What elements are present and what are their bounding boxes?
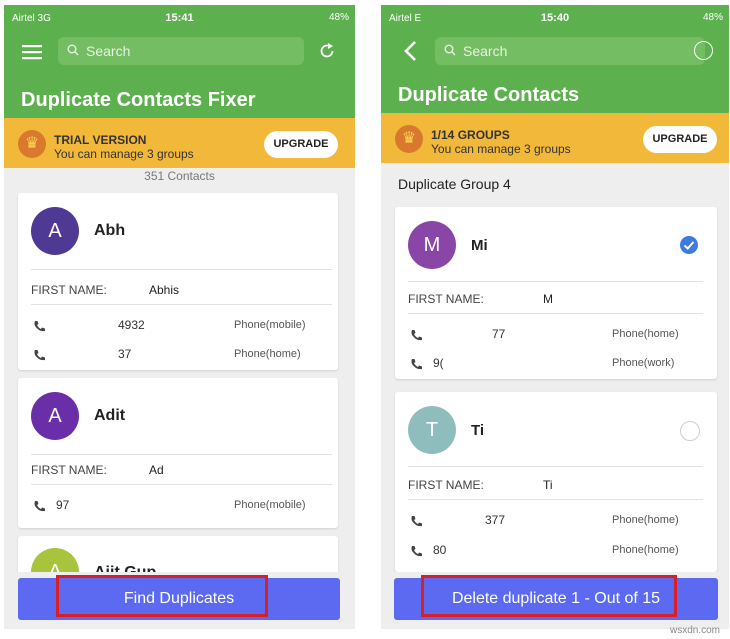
phone-number: 77 [492,327,506,341]
phone-icon [411,330,422,341]
first-name-label: FIRST NAME: [31,283,107,297]
upgrade-button[interactable]: UPGRADE [643,126,717,153]
clock: 15:41 [165,12,194,24]
phone-number: 97 [56,498,70,512]
phone-type: Phone(mobile) [234,319,306,331]
groups-banner: ♛ 1/14 GROUPS You can manage 3 groups UP… [381,113,729,163]
phone-icon [34,321,45,332]
app-header: Search Duplicate Contacts Fixer [4,31,355,118]
divider [408,281,703,282]
search-icon [444,44,456,56]
crown-icon: ♛ [18,130,46,158]
phone-icon [411,359,422,370]
divider [408,499,703,500]
first-name-label: FIRST NAME: [408,292,484,306]
avatar: M [408,221,456,269]
phone-type: Phone(mobile) [234,499,306,511]
search-input[interactable]: Search [435,37,705,65]
phone-type: Phone(home) [234,348,301,360]
phone-number: 37 [118,347,132,361]
battery-level: 48% [702,12,723,23]
phone-icon [411,516,422,527]
app-header: Search Duplicate Contacts [381,31,729,118]
group-label: Duplicate Group 4 [398,176,511,192]
back-arrow-icon[interactable] [403,40,417,62]
selected-check-icon[interactable] [679,235,699,255]
contact-card[interactable]: M Mi FIRST NAME: M 77 Phone(home) 9( Pho… [395,207,717,379]
avatar: T [408,406,456,454]
search-input[interactable]: Search [58,37,304,65]
phone-icon [34,350,45,361]
divider [31,269,332,270]
phone-type: Phone(home) [612,514,679,526]
contact-card[interactable]: A Abh FIRST NAME: Abhis 4932 Phone(mobil… [18,193,338,370]
first-name-label: FIRST NAME: [31,463,107,477]
status-bar: Airtel E 15:40 48% [381,5,729,31]
first-name-value: M [543,292,553,306]
contacts-count: 351 Contacts [144,169,215,183]
banner-heading: 1/14 GROUPS [431,128,510,142]
divider [31,454,332,455]
contact-card[interactable]: T Ti FIRST NAME: Ti 377 Phone(home) 80 P… [395,392,717,572]
refresh-icon[interactable] [318,42,336,60]
first-name-value: Ti [543,478,553,492]
right-screen: Airtel E 15:40 48% Search Duplicate Cont… [381,5,729,629]
divider [408,313,703,314]
phone-number: 80 [433,543,447,557]
hamburger-menu-icon[interactable] [22,44,42,60]
search-placeholder: Search [463,43,508,59]
first-name-value: Abhis [149,283,180,297]
highlight-box [56,575,268,617]
status-bar: Airtel 3G 15:41 48% [4,5,355,31]
clock: 15:40 [540,12,570,24]
unselected-circle-icon[interactable] [680,421,700,441]
contact-name: Mi [471,237,488,254]
page-title: Duplicate Contacts Fixer [21,89,256,111]
phone-icon [34,501,45,512]
phone-type: Phone(home) [612,544,679,556]
contact-card[interactable]: A Adit FIRST NAME: Ad 97 Phone(mobile) [18,378,338,528]
search-placeholder: Search [86,43,131,59]
contact-name: Adit [94,407,126,424]
banner-subtext: You can manage 3 groups [54,147,194,161]
avatar: A [31,392,79,440]
page-title: Duplicate Contacts [398,84,580,106]
phone-number: 4932 [118,318,145,332]
crown-icon: ♛ [395,125,423,153]
battery-level: 48% [328,12,349,23]
highlight-box [421,575,677,617]
upgrade-button[interactable]: UPGRADE [264,131,338,158]
search-icon [67,44,79,56]
first-name-value: Ad [149,463,164,477]
divider [31,304,332,305]
divider [31,484,332,485]
phone-type: Phone(home) [612,328,679,340]
contact-name: Ti [471,422,485,439]
divider [408,466,703,467]
contact-name: Abh [94,222,126,239]
banner-subtext: You can manage 3 groups [431,142,571,156]
banner-heading: TRIAL VERSION [54,133,147,147]
phone-icon [411,546,422,557]
phone-number: 377 [485,513,506,527]
avatar: A [31,207,79,255]
phone-type: Phone(work) [612,357,675,369]
first-name-label: FIRST NAME: [408,478,484,492]
trial-banner: ♛ TRIAL VERSION You can manage 3 groups … [4,118,355,168]
phone-number: 9( [433,356,444,370]
left-screen: Airtel 3G 15:41 48% Search Duplicate Con… [4,5,355,629]
select-all-circle-icon[interactable] [694,41,713,60]
watermark: wsxdn.com [669,625,720,636]
